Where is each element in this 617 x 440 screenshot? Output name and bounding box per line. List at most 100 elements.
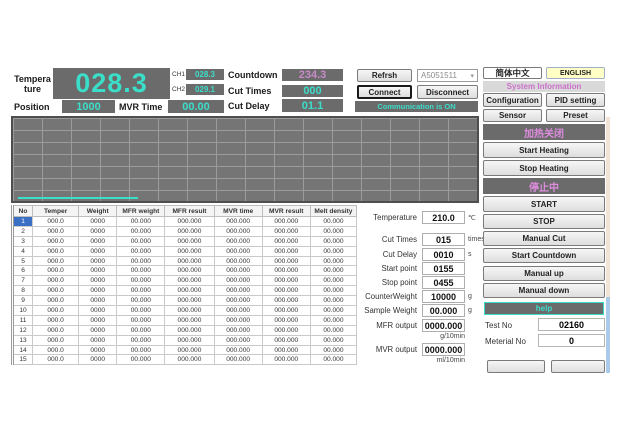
test-no-field[interactable]: 02160 bbox=[538, 318, 605, 331]
table-cell[interactable]: 0000 bbox=[79, 236, 117, 246]
table-cell[interactable]: 000.000 bbox=[214, 217, 262, 227]
row-number-cell[interactable]: 13 bbox=[13, 335, 33, 345]
table-cell[interactable]: 00.000 bbox=[117, 217, 165, 227]
table-cell[interactable]: 000.000 bbox=[262, 315, 310, 325]
table-cell[interactable]: 000.000 bbox=[165, 315, 214, 325]
table-cell[interactable]: 000.000 bbox=[262, 256, 310, 266]
table-cell[interactable]: 000.000 bbox=[165, 286, 214, 296]
table-row[interactable]: 2000.0000000.000000.000000.000000.00000.… bbox=[13, 226, 357, 236]
table-cell[interactable]: 000.000 bbox=[165, 217, 214, 227]
table-row[interactable]: 12000.0000000.000000.000000.000000.00000… bbox=[13, 325, 357, 335]
start-button[interactable]: START bbox=[483, 196, 605, 212]
table-cell[interactable]: 00.000 bbox=[117, 246, 165, 256]
table-cell[interactable]: 000.000 bbox=[165, 226, 214, 236]
field-value-input[interactable]: 00.000 bbox=[422, 304, 465, 317]
preset-button[interactable]: Preset bbox=[546, 109, 605, 122]
row-number-cell[interactable]: 5 bbox=[13, 256, 33, 266]
table-cell[interactable]: 00.000 bbox=[117, 355, 165, 365]
bottom-left-partial-button[interactable] bbox=[487, 360, 545, 373]
table-cell[interactable]: 000.000 bbox=[262, 266, 310, 276]
table-row[interactable]: 7000.0000000.000000.000000.000000.00000.… bbox=[13, 276, 357, 286]
table-cell[interactable]: 000.000 bbox=[262, 335, 310, 345]
table-cell[interactable]: 00.000 bbox=[117, 276, 165, 286]
table-row[interactable]: 1000.0000000.000000.000000.000000.00000.… bbox=[13, 217, 357, 227]
table-cell[interactable]: 000.0 bbox=[33, 246, 79, 256]
language-english-button[interactable]: ENGLISH bbox=[546, 67, 605, 79]
table-cell[interactable]: 000.0 bbox=[33, 236, 79, 246]
table-cell[interactable]: 000.000 bbox=[214, 306, 262, 316]
table-row[interactable]: 6000.0000000.000000.000000.000000.00000.… bbox=[13, 266, 357, 276]
table-row[interactable]: 11000.0000000.000000.000000.000000.00000… bbox=[13, 315, 357, 325]
table-row[interactable]: 4000.0000000.000000.000000.000000.00000.… bbox=[13, 246, 357, 256]
table-cell[interactable]: 00.000 bbox=[310, 315, 356, 325]
table-cell[interactable]: 00.000 bbox=[310, 226, 356, 236]
field-value-input[interactable]: 10000 bbox=[422, 290, 465, 303]
table-cell[interactable]: 0000 bbox=[79, 335, 117, 345]
material-no-field[interactable]: 0 bbox=[538, 334, 605, 347]
table-cell[interactable]: 00.000 bbox=[310, 345, 356, 355]
table-cell[interactable]: 000.000 bbox=[165, 276, 214, 286]
table-cell[interactable]: 00.000 bbox=[117, 266, 165, 276]
table-cell[interactable]: 00.000 bbox=[310, 236, 356, 246]
table-row[interactable]: 13000.0000000.000000.000000.000000.00000… bbox=[13, 335, 357, 345]
table-cell[interactable]: 000.0 bbox=[33, 286, 79, 296]
manual-cut-button[interactable]: Manual Cut bbox=[483, 231, 605, 246]
table-cell[interactable]: 00.000 bbox=[310, 266, 356, 276]
start-heating-button[interactable]: Start Heating bbox=[483, 142, 605, 158]
field-value-input[interactable]: 0000.000 bbox=[422, 343, 465, 356]
field-value-input[interactable]: 210.0 bbox=[422, 211, 465, 224]
row-number-cell[interactable]: 2 bbox=[13, 226, 33, 236]
table-cell[interactable]: 00.000 bbox=[117, 335, 165, 345]
table-cell[interactable]: 000.000 bbox=[214, 266, 262, 276]
row-number-cell[interactable]: 12 bbox=[13, 325, 33, 335]
table-cell[interactable]: 000.000 bbox=[214, 345, 262, 355]
table-row[interactable]: 10000.0000000.000000.000000.000000.00000… bbox=[13, 306, 357, 316]
table-cell[interactable]: 000.000 bbox=[262, 325, 310, 335]
table-cell[interactable]: 000.0 bbox=[33, 315, 79, 325]
table-cell[interactable]: 000.000 bbox=[262, 355, 310, 365]
table-cell[interactable]: 000.000 bbox=[214, 355, 262, 365]
table-cell[interactable]: 000.000 bbox=[262, 276, 310, 286]
field-value-input[interactable]: 0155 bbox=[422, 262, 465, 275]
table-cell[interactable]: 000.000 bbox=[262, 226, 310, 236]
table-cell[interactable]: 000.000 bbox=[214, 315, 262, 325]
table-cell[interactable]: 0000 bbox=[79, 315, 117, 325]
table-cell[interactable]: 000.000 bbox=[165, 256, 214, 266]
table-cell[interactable]: 0000 bbox=[79, 276, 117, 286]
table-row[interactable]: 5000.0000000.000000.000000.000000.00000.… bbox=[13, 256, 357, 266]
row-number-cell[interactable]: 8 bbox=[13, 286, 33, 296]
table-cell[interactable]: 0000 bbox=[79, 296, 117, 306]
table-cell[interactable]: 000.000 bbox=[165, 335, 214, 345]
table-cell[interactable]: 00.000 bbox=[117, 256, 165, 266]
table-cell[interactable]: 0000 bbox=[79, 217, 117, 227]
table-cell[interactable]: 000.000 bbox=[214, 226, 262, 236]
manual-up-button[interactable]: Manual up bbox=[483, 266, 605, 281]
table-cell[interactable]: 000.0 bbox=[33, 325, 79, 335]
table-cell[interactable]: 000.000 bbox=[214, 286, 262, 296]
table-cell[interactable]: 000.0 bbox=[33, 345, 79, 355]
table-cell[interactable]: 000.000 bbox=[262, 296, 310, 306]
field-value-input[interactable]: 0455 bbox=[422, 276, 465, 289]
table-cell[interactable]: 000.0 bbox=[33, 266, 79, 276]
table-cell[interactable]: 000.000 bbox=[262, 236, 310, 246]
table-row[interactable]: 9000.0000000.000000.000000.000000.00000.… bbox=[13, 296, 357, 306]
table-cell[interactable]: 00.000 bbox=[117, 286, 165, 296]
table-cell[interactable]: 000.000 bbox=[214, 246, 262, 256]
table-cell[interactable]: 00.000 bbox=[310, 306, 356, 316]
bottom-right-partial-button[interactable] bbox=[551, 360, 605, 373]
table-row[interactable]: 8000.0000000.000000.000000.000000.00000.… bbox=[13, 286, 357, 296]
row-number-cell[interactable]: 11 bbox=[13, 315, 33, 325]
table-row[interactable]: 15000.0000000.000000.000000.000000.00000… bbox=[13, 355, 357, 365]
table-cell[interactable]: 00.000 bbox=[310, 325, 356, 335]
row-number-cell[interactable]: 4 bbox=[13, 246, 33, 256]
table-cell[interactable]: 00.000 bbox=[117, 296, 165, 306]
table-cell[interactable]: 0000 bbox=[79, 256, 117, 266]
table-cell[interactable]: 000.0 bbox=[33, 296, 79, 306]
table-row[interactable]: 3000.0000000.000000.000000.000000.00000.… bbox=[13, 236, 357, 246]
table-cell[interactable]: 000.000 bbox=[262, 217, 310, 227]
table-cell[interactable]: 000.000 bbox=[165, 355, 214, 365]
row-number-cell[interactable]: 14 bbox=[13, 345, 33, 355]
table-cell[interactable]: 00.000 bbox=[310, 276, 356, 286]
table-cell[interactable]: 0000 bbox=[79, 226, 117, 236]
table-cell[interactable]: 000.000 bbox=[165, 236, 214, 246]
